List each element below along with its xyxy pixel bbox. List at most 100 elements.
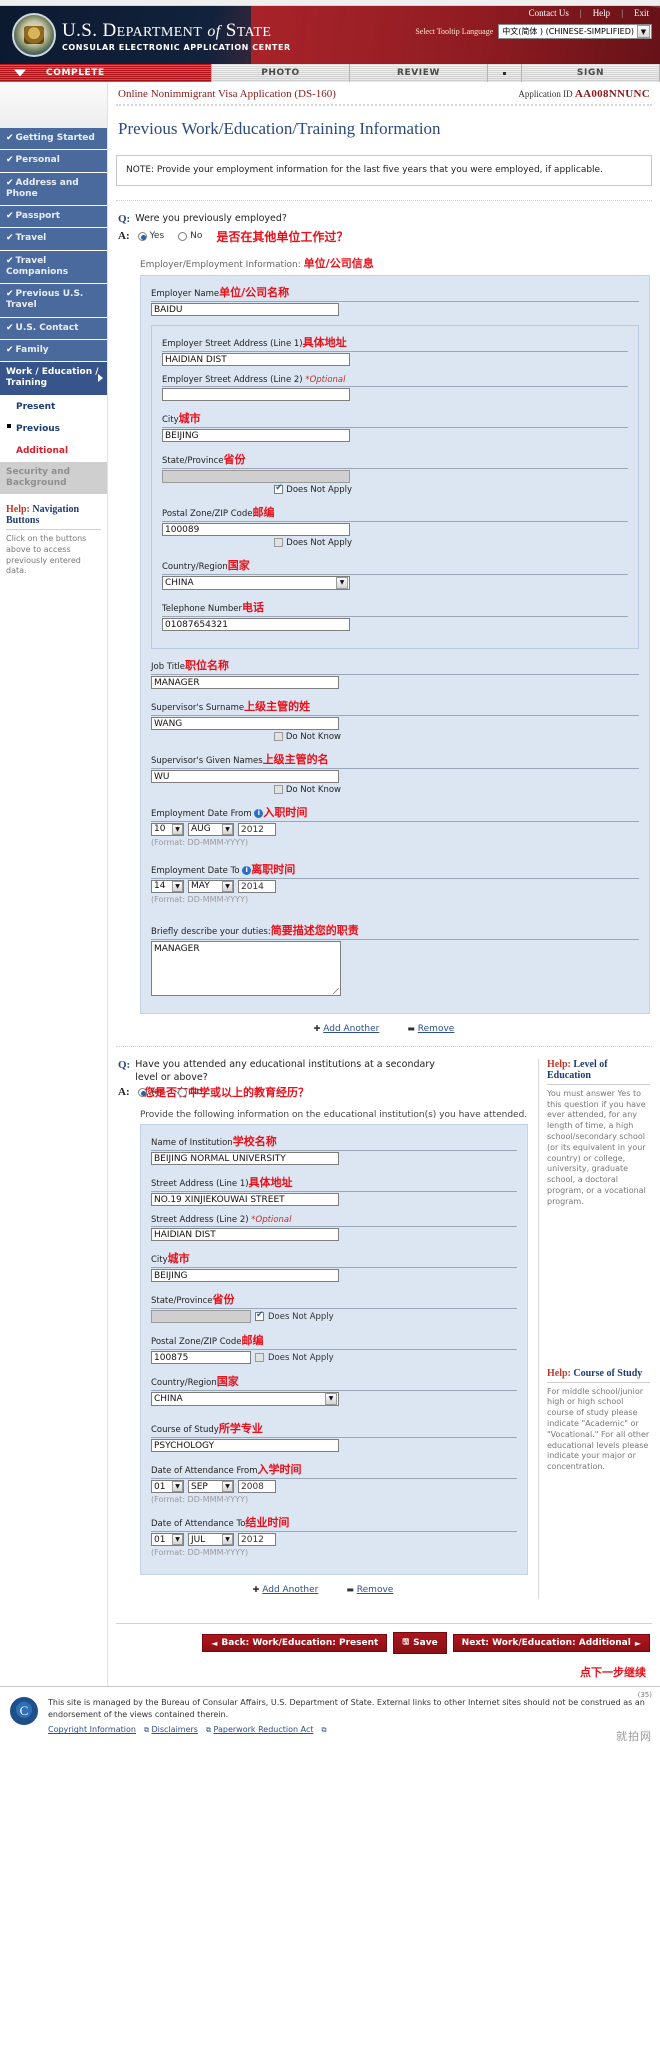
sidebar-item-getting-started[interactable]: ✔ Getting Started [0, 128, 107, 151]
employer-state-dna-row[interactable]: Does Not Apply [162, 483, 352, 495]
sidebar-nav: ✔ Getting Started ✔ Personal ✔ Address and … [0, 82, 107, 577]
job-title-input[interactable]: MANAGER [151, 675, 339, 689]
employer-street1-input[interactable]: HAIDIAN DIST [162, 352, 350, 366]
help-link[interactable]: Help [588, 8, 616, 18]
employer-phone-input[interactable]: 01087654321 [162, 617, 350, 631]
employment-date-from-year-input[interactable]: 2012 [238, 822, 276, 836]
sidebar-subitem-present[interactable]: Present [0, 395, 107, 418]
employment-no-radio[interactable]: No [178, 231, 202, 241]
edu-street2-input[interactable]: HAIDIAN DIST [151, 1228, 339, 1242]
edu-city-input[interactable]: BEIJING [151, 1269, 339, 1283]
employer-postal-dna-row[interactable]: Does Not Apply [162, 538, 352, 548]
tab-photo-label: PHOTO [261, 68, 300, 78]
employment-answer-line: A: Yes No 是否在其他单位工作过？ [118, 228, 650, 245]
exit-link[interactable]: Exit [629, 8, 654, 18]
employer-city-input[interactable]: BEIJING [162, 428, 350, 442]
attendance-to-annotation-cn: 结业时间 [245, 1516, 290, 1530]
sidebar-subitem-additional[interactable]: Additional [0, 439, 107, 462]
edu-postal-input[interactable]: 100875 [151, 1351, 251, 1365]
resize-grip-icon[interactable] [333, 987, 339, 994]
check-icon: ✔ [6, 255, 14, 266]
sidebar-item-travel[interactable]: ✔ Travel [0, 228, 107, 251]
attendance-to-day-select[interactable]: 01 ▼ [151, 1533, 184, 1547]
paperwork-reduction-act-link[interactable]: Paperwork Reduction Act [214, 1725, 314, 1734]
attendance-from-year-input[interactable]: 2008 [238, 1480, 276, 1494]
supervisor-given-dnk-row[interactable]: Do Not Know [151, 785, 341, 795]
employment-date-from-day-select[interactable]: 10 ▼ [151, 822, 184, 836]
tooltip-language-control[interactable]: Select Tooltip Language 中文(简体 ) (CHINESE… [415, 24, 652, 39]
disclaimers-link[interactable]: Disclaimers [152, 1725, 198, 1734]
check-icon: ✔ [6, 233, 14, 244]
next-button[interactable]: Next: Work/Education: Additional ► [452, 1634, 650, 1653]
employer-info-heading: Employer/Employment Information: 单位/公司信息 [140, 255, 650, 271]
copyright-information-link[interactable]: Copyright Information [48, 1725, 136, 1734]
edu-country-label-text: Country/Region [151, 1378, 217, 1389]
tab-sign[interactable]: SIGN [522, 64, 660, 82]
employment-date-from-month-select[interactable]: AUG ▼ [188, 822, 234, 836]
sidebar-item-previous-us-travel[interactable]: ✔ Previous U.S. Travel [0, 284, 107, 318]
supervisor-surname-input[interactable]: WANG [151, 716, 339, 730]
attendance-from-month-select[interactable]: SEP ▼ [188, 1480, 234, 1494]
supervisor-surname-dnk-row[interactable]: Do Not Know [151, 732, 341, 742]
optional-marker: *Optional [305, 374, 346, 385]
employer-phone-annotation-cn: 电话 [242, 600, 265, 614]
employer-state-label: State/Province省份 [162, 451, 628, 469]
info-icon[interactable]: i [242, 865, 252, 875]
education-remove-link[interactable]: Remove [357, 1585, 394, 1595]
tooltip-language-select[interactable]: 中文(简体 ) (CHINESE-SIMPLIFIED) ▼ [498, 24, 652, 39]
edu-street1-input[interactable]: NO.19 XINJIEKOUWAI STREET [151, 1193, 339, 1207]
employer-street2-input[interactable] [162, 387, 350, 401]
sidebar-item-travel-companions[interactable]: ✔ Travel Companions [0, 250, 107, 284]
institution-label: Name of Institution学校名称 [151, 1133, 517, 1152]
tab-review[interactable]: REVIEW [350, 64, 488, 82]
sidebar-subitem-previous[interactable]: Previous [0, 417, 107, 440]
attendance-from-field: Date of Attendance From入学时间 01 ▼ SEP ▼ 2… [151, 1461, 517, 1504]
education-add-another[interactable]: ✚ Add Another [253, 1585, 319, 1595]
education-remove[interactable]: ▬ Remove [346, 1585, 393, 1595]
employer-name-input[interactable]: BAIDU [151, 302, 339, 316]
duties-textarea[interactable]: MANAGER [151, 940, 341, 996]
institution-input[interactable]: BEIJING NORMAL UNIVERSITY [151, 1152, 339, 1166]
education-add-another-link[interactable]: Add Another [262, 1585, 318, 1595]
employment-date-to-month-select[interactable]: MAY ▼ [188, 879, 234, 893]
edu-country-select[interactable]: CHINA ▼ [151, 1392, 339, 1407]
work-add-another[interactable]: ✚ Add Another [314, 1024, 380, 1034]
sidebar-item-passport[interactable]: ✔ Passport [0, 206, 107, 229]
education-question-block: Q: Have you attended any educational ins… [118, 1059, 528, 1101]
save-button[interactable]: 🖫 Save [393, 1632, 447, 1655]
edu-street2-field: Street Address (Line 2) *Optional HAIDIA… [151, 1215, 517, 1242]
sidebar-item-us-contact[interactable]: ✔ U.S. Contact [0, 317, 107, 340]
work-remove-link[interactable]: Remove [418, 1024, 455, 1034]
employer-country-select[interactable]: CHINA ▼ [162, 575, 350, 590]
tab-photo[interactable]: PHOTO [212, 64, 350, 82]
course-of-study-input[interactable]: PSYCHOLOGY [151, 1439, 339, 1453]
work-add-another-link[interactable]: Add Another [323, 1024, 379, 1034]
sidebar-item-personal[interactable]: ✔ Personal [0, 150, 107, 173]
supervisor-given-input[interactable]: WU [151, 769, 339, 783]
back-button[interactable]: ◄ Back: Work/Education: Present [202, 1634, 388, 1653]
check-icon: ✔ [6, 133, 14, 143]
attendance-to-year-input[interactable]: 2012 [238, 1533, 276, 1547]
employer-country-label: Country/Region国家 [162, 557, 628, 575]
edu-street1-label-text: Street Address (Line 1) [151, 1179, 249, 1190]
attendance-to-month-select[interactable]: JUL ▼ [188, 1533, 234, 1547]
sidebar-item-family[interactable]: ✔ Family [0, 339, 107, 362]
work-remove[interactable]: ▬ Remove [407, 1024, 454, 1034]
employer-street2-label: Employer Street Address (Line 2) *Option… [162, 375, 628, 387]
sidebar-item-work-education-training[interactable]: Work / Education / Training [0, 362, 107, 396]
employer-postal-input[interactable]: 100089 [162, 522, 350, 536]
employment-yes-radio[interactable]: Yes [137, 231, 164, 241]
employment-date-to-day-select[interactable]: 14 ▼ [151, 879, 184, 893]
attendance-from-day-select[interactable]: 01 ▼ [151, 1480, 184, 1494]
checkbox-icon[interactable] [255, 1353, 264, 1363]
checkbox-checked-icon[interactable] [255, 1310, 264, 1322]
contact-us-link[interactable]: Contact Us [524, 8, 574, 18]
employment-date-to-year-input[interactable]: 2014 [238, 879, 276, 893]
sidebar-item-address-and-phone[interactable]: ✔ Address and Phone [0, 172, 107, 206]
supervisor-surname-field: Supervisor's Surname上级主管的姓 WANG Do Not K… [151, 698, 639, 742]
employer-city-label: City城市 [162, 410, 628, 428]
info-icon[interactable]: i [254, 808, 264, 818]
supervisor-surname-label-text: Supervisor's Surname [151, 702, 245, 713]
tab-complete[interactable]: COMPLETE [0, 64, 212, 82]
previous-employment-section: Q: Were you previously employed? A: Yes … [116, 200, 652, 1046]
